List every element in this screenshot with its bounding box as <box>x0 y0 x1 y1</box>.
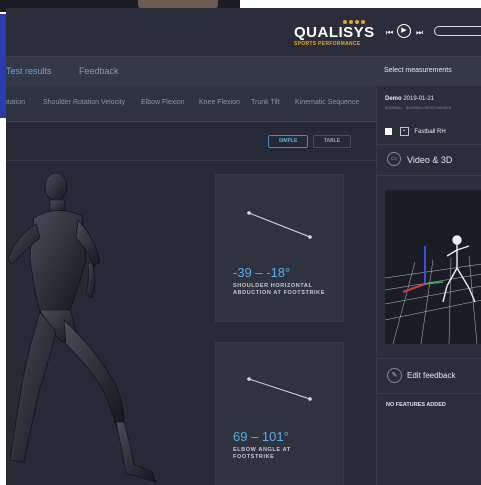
play-icon[interactable]: ▶ <box>397 24 411 38</box>
skip-back-icon[interactable]: ⏮ <box>386 28 393 38</box>
metric-card-elbow[interactable]: 69 – 101° ELBOW ANGLE AT FOOTSTRIKE <box>215 342 344 485</box>
metric-range-value: 69 – 101° <box>233 429 289 444</box>
measurement-item[interactable]: ▪ Fastball RH <box>385 127 446 136</box>
range-line-chart <box>247 211 312 239</box>
athlete-3d-figure <box>6 160 216 485</box>
brand-logo: QUALISYS <box>294 24 375 41</box>
select-measurements-label: Select measurements <box>384 67 452 74</box>
session-name: Demo <box>385 96 402 102</box>
playback-scrubber[interactable] <box>434 26 481 36</box>
edit-feedback-button[interactable]: ✎ Edit feedback <box>377 358 481 394</box>
tab-bar: Test results Feedback Select measurement… <box>6 56 481 87</box>
no-features-label: NO FEATURES ADDED <box>386 402 446 408</box>
metric-tab-knee-flexion[interactable]: Knee Flexion <box>199 99 240 106</box>
brand-dots-icon <box>343 20 365 24</box>
range-line-chart <box>247 377 312 401</box>
app-window: QUALISYS SPORTS PERFORMANCE ⏮ ▶ ⏭ Test r… <box>6 8 481 485</box>
view-toolbar: SIMPLE TABLE <box>6 122 376 161</box>
measurement-label: Fastball RH <box>414 129 446 136</box>
metric-tab-kinematic-sequence[interactable]: Kinematic Sequence <box>295 99 359 106</box>
metric-caption: SHOULDER HORIZONTAL ABDUCTION AT FOOTSTR… <box>233 283 326 296</box>
session-date: 2019-01-21 <box>403 96 435 102</box>
3d-viewer[interactable] <box>384 190 481 345</box>
tab-feedback[interactable]: Feedback <box>79 66 119 76</box>
measurement-checkbox[interactable] <box>385 128 392 135</box>
edit-feedback-label: Edit feedback <box>407 371 456 380</box>
measurement-file-icon: ▪ <box>399 127 409 136</box>
metric-tab-shoulder-rotation-velocity[interactable]: Shoulder Rotation Velocity <box>43 99 125 106</box>
table-view-button[interactable]: TABLE <box>313 135 351 148</box>
metric-tab-rotation[interactable]: otation <box>6 99 25 106</box>
metric-caption: ELBOW ANGLE AT FOOTSTRIKE <box>233 447 291 460</box>
simple-view-button[interactable]: SIMPLE <box>268 135 308 148</box>
metric-card-shoulder[interactable]: -39 – -18° SHOULDER HORIZONTAL ABDUCTION… <box>215 174 344 322</box>
session-subtitle: BASEBALL - BASEBALL RIGHT-HANDED <box>385 106 452 110</box>
video-3d-row[interactable]: ▭ Video & 3D <box>377 144 481 176</box>
pencil-icon: ✎ <box>387 368 402 383</box>
main-panel: SIMPLE TABLE -39 – -18° SHOULDER HORIZON… <box>6 122 376 485</box>
tab-test-results[interactable]: Test results <box>6 66 52 76</box>
session-title[interactable]: Demo 2019-01-21 <box>385 96 434 102</box>
skip-forward-icon[interactable]: ⏭ <box>416 28 423 38</box>
header: QUALISYS SPORTS PERFORMANCE ⏮ ▶ ⏭ <box>6 8 481 56</box>
brand-tagline: SPORTS PERFORMANCE <box>294 41 361 47</box>
metric-tab-trunk-tilt[interactable]: Trunk Tilt <box>251 99 280 106</box>
metric-tab-elbow-flexion[interactable]: Elbow Flexion <box>141 99 185 106</box>
video-camera-icon: ▭ <box>387 152 401 166</box>
measurements-sidebar: Demo 2019-01-21 BASEBALL - BASEBALL RIGH… <box>376 86 481 485</box>
metric-range-value: -39 – -18° <box>233 265 291 280</box>
video-3d-label: Video & 3D <box>407 155 453 165</box>
metric-tabs: otation Shoulder Rotation Velocity Elbow… <box>6 86 376 122</box>
